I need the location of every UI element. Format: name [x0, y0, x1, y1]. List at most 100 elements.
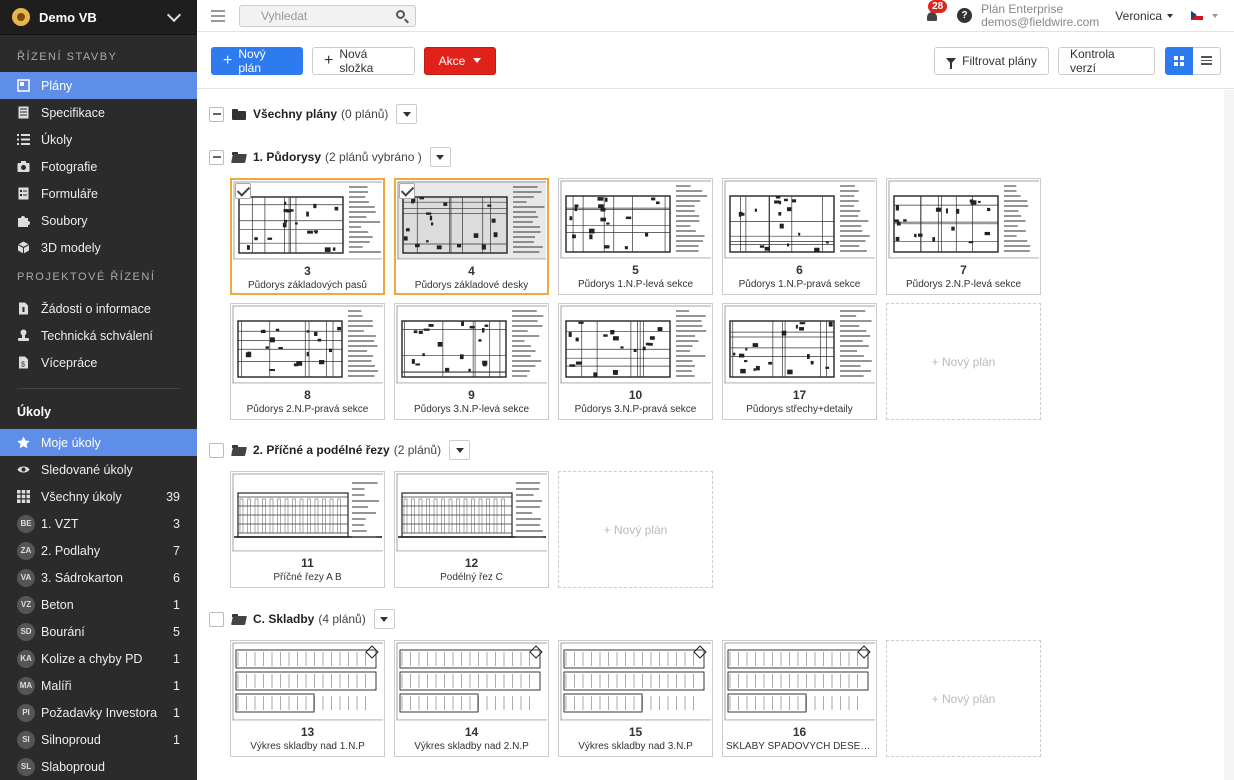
sidebar-item-label: Technická schválení [41, 328, 153, 343]
plus-icon: + [223, 51, 233, 69]
plan-thumbnail [232, 473, 383, 552]
sidebar-team-item[interactable]: SL Slaboproud [0, 753, 197, 780]
sidebar-item-label: Specifikace [41, 105, 105, 120]
grid-icon [17, 490, 30, 503]
plan-card[interactable]: 13 Výkres skladby nad 1.N.P [230, 640, 385, 757]
sidebar-team-item[interactable]: SD Bourání 5 [0, 618, 197, 645]
caret-down-icon [473, 58, 482, 63]
new-plan-button[interactable]: + Nový plán [211, 46, 303, 75]
list-icon [1201, 54, 1212, 67]
add-plan-label: + Nový plán [931, 691, 996, 706]
add-plan-card[interactable]: + Nový plán [558, 471, 713, 588]
plan-card[interactable]: 11 Příčné řezy A B [230, 471, 385, 588]
plan-card[interactable]: 6 Půdorys 1.N.P-pravá sekce [722, 178, 877, 295]
team-count: 6 [173, 570, 180, 585]
collapse-toggle[interactable] [209, 106, 224, 122]
team-avatar: BE [17, 514, 35, 533]
add-plan-card[interactable]: + Nový plán [886, 303, 1041, 420]
plan-card[interactable]: 4 Půdorys základové desky [394, 178, 549, 295]
plan-number: 4 [468, 264, 475, 278]
plan-number: 8 [304, 388, 311, 402]
collapse-toggle[interactable] [209, 149, 224, 165]
sidebar-team-item[interactable]: SI Silnoproud 1 [0, 726, 197, 753]
plan-select-checkbox[interactable] [235, 183, 251, 199]
grid-view-toggle[interactable] [1165, 46, 1193, 75]
folder-checkbox[interactable] [209, 611, 224, 627]
user-menu[interactable]: Veronica [1115, 9, 1173, 23]
sidebar-item-tasks-1[interactable]: Sledované úkoly [0, 456, 197, 483]
plan-card[interactable]: 15 Výkres skladby nad 3.N.P [558, 640, 713, 757]
sidebar-item-label: Formuláře [41, 186, 98, 201]
list-view-toggle[interactable] [1193, 46, 1221, 75]
folder-menu-button[interactable] [429, 147, 451, 167]
search-icon[interactable] [396, 9, 405, 19]
plan-card[interactable]: 5 Půdorys 1.N.P-levá sekce [558, 178, 713, 295]
add-plan-card[interactable]: + Nový plán [886, 640, 1041, 757]
plan-card[interactable]: 9 Půdorys 3.N.P-levá sekce [394, 303, 549, 420]
team-label: Malíři [41, 678, 72, 693]
bell-icon[interactable]: 28 [925, 0, 948, 23]
plan-card[interactable]: 8 Půdorys 2.N.P-pravá sekce [230, 303, 385, 420]
plan-name: Půdorys 3.N.P-pravá sekce [574, 404, 697, 415]
sidebar-item-nav2-0[interactable]: Žádosti o informace [0, 295, 197, 322]
language-caret-icon[interactable] [1212, 13, 1218, 18]
plan-card[interactable]: 17 Půdorys střechy+detaily [722, 303, 877, 420]
sidebar-item-nav-1[interactable]: Specifikace [0, 99, 197, 126]
sidebar-item-label: Plány [41, 78, 73, 93]
plan-card[interactable]: 3 Půdorys základových pasů [230, 178, 385, 295]
folder-menu-button[interactable] [396, 104, 418, 124]
sidebar-item-tasks-2[interactable]: Všechny úkoly 39 [0, 483, 197, 510]
sidebar-item-nav-3[interactable]: Fotografie [0, 153, 197, 180]
plan-card[interactable]: 14 Výkres skladby nad 2.N.P [394, 640, 549, 757]
grid-icon [1174, 55, 1184, 66]
team-count: 5 [173, 624, 180, 639]
search-placeholder: Vyhledat [261, 8, 308, 23]
scrollbar[interactable] [1224, 90, 1234, 780]
sidebar-item-tasks-0[interactable]: Moje úkoly [0, 429, 197, 456]
plan-number: 14 [464, 725, 479, 739]
plan-card[interactable]: 10 Půdorys 3.N.P-pravá sekce [558, 303, 713, 420]
sidebar-item-nav-0[interactable]: Plány [0, 72, 197, 99]
sidebar-item-nav-6[interactable]: 3D modely [0, 234, 197, 261]
new-folder-button[interactable]: + Nová složka [312, 46, 415, 75]
plans-icon [17, 79, 30, 92]
plan-name: Výkres skladby nad 3.N.P [578, 741, 693, 752]
folder-header: 2. Příčné a podélné řezy (2 plánů) [209, 440, 471, 460]
plan-thumbnail [396, 642, 547, 721]
sidebar-team-item[interactable]: MA Malíři 1 [0, 672, 197, 699]
folder-menu-button[interactable] [449, 440, 471, 460]
sidebar-item-label: Všechny úkoly [41, 489, 122, 504]
project-logo [12, 8, 30, 26]
plan-thumbnail [560, 180, 711, 259]
sidebar-team-item[interactable]: BE 1. VZT 3 [0, 510, 197, 537]
sidebar-team-item[interactable]: VA 3. Sádrokarton 6 [0, 564, 197, 591]
folder-menu-button[interactable] [373, 609, 395, 629]
sidebar-item-nav-5[interactable]: Soubory [0, 207, 197, 234]
help-icon[interactable]: ? [957, 8, 973, 23]
sidebar-item-nav2-2[interactable]: $ Vícepráce [0, 349, 197, 376]
plan-card[interactable]: 12 Podélný řez C [394, 471, 549, 588]
menu-icon[interactable] [211, 7, 225, 25]
plan-card[interactable]: 16 SKLABY SPÁDOVÝCH DESEK… [722, 640, 877, 757]
plan-number: 17 [792, 388, 807, 402]
folder-checkbox[interactable] [209, 442, 224, 458]
plan-thumbnail [724, 180, 875, 259]
sidebar-item-nav2-1[interactable]: Technická schválení [0, 322, 197, 349]
sidebar-item-nav-4[interactable]: Formuláře [0, 180, 197, 207]
project-switcher[interactable]: Demo VB [0, 0, 197, 35]
sidebar-team-item[interactable]: PI Požadavky Investora 1 [0, 699, 197, 726]
czech-flag-icon[interactable] [1191, 11, 1203, 20]
plan-select-checkbox[interactable] [399, 183, 415, 199]
search-input[interactable]: Vyhledat [239, 4, 416, 27]
version-check-button[interactable]: Kontrola verzí [1058, 46, 1155, 75]
sidebar-item-nav-2[interactable]: Úkoly [0, 126, 197, 153]
plan-thumbnail [724, 305, 875, 384]
folder-title: Všechny plány [253, 107, 338, 121]
plan-card[interactable]: 7 Půdorys 2.N.P-levá sekce [886, 178, 1041, 295]
sidebar-team-item[interactable]: ZA 2. Podlahy 7 [0, 537, 197, 564]
sidebar-team-item[interactable]: VZ Beton 1 [0, 591, 197, 618]
filter-plans-button[interactable]: Filtrovat plány [934, 46, 1049, 75]
sidebar-team-item[interactable]: KA Kolize a chyby PD 1 [0, 645, 197, 672]
actions-button[interactable]: Akce [424, 46, 496, 75]
plan-thumbnail [397, 181, 546, 260]
